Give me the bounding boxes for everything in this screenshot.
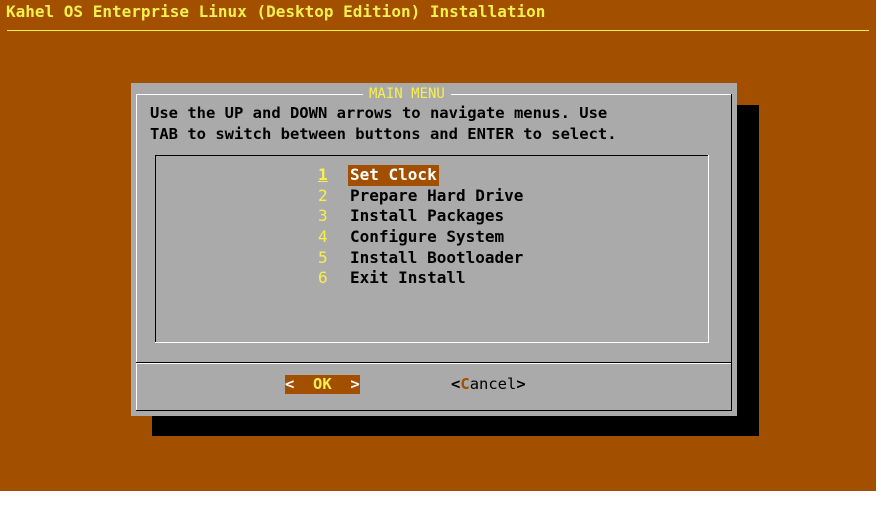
menu-box-border-bottom — [155, 342, 709, 343]
dialog-prompt: Use the UP and DOWN arrows to navigate m… — [150, 103, 730, 145]
ok-left-bracket: < — [285, 375, 295, 393]
menu-item-label: Set Clock — [348, 165, 439, 186]
ok-button[interactable]: < OK > — [285, 375, 360, 394]
backtitle: Kahel OS Enterprise Linux (Desktop Editi… — [6, 2, 546, 21]
cancel-left-bracket: < — [451, 375, 461, 393]
cancel-button[interactable]: <Cancel> — [451, 375, 526, 394]
ok-right-bracket: > — [350, 375, 360, 393]
menu-item-configure-system[interactable]: 4 Configure System — [318, 227, 523, 248]
menu-item-label: Configure System — [350, 227, 505, 247]
menu-item-key: 1 — [318, 165, 328, 184]
main-menu-dialog: MAIN MENU Use the UP and DOWN arrows to … — [131, 83, 737, 416]
menu-item-install-packages[interactable]: 3 Install Packages — [318, 206, 523, 227]
menu-item-label: Prepare Hard Drive — [350, 185, 524, 205]
menu-item-set-clock[interactable]: 1 Set Clock — [318, 165, 523, 186]
button-area-divider-light — [136, 363, 731, 364]
menu-item-key: 2 — [318, 185, 328, 205]
dialog-title: MAIN MENU — [363, 85, 451, 103]
cancel-hotkey: C — [460, 375, 470, 393]
menu-item-label: Install Packages — [350, 206, 505, 226]
menu-item-label: Install Bootloader — [350, 247, 524, 267]
menu-item-label: Exit Install — [350, 268, 466, 288]
installer-screen: Kahel OS Enterprise Linux (Desktop Editi… — [0, 0, 876, 491]
prompt-line-2: TAB to switch between buttons and ENTER … — [150, 125, 617, 143]
ok-label: OK — [313, 375, 332, 393]
menu-list: 1 Set Clock 2 Prepare Hard Drive 3 Install … — [318, 165, 523, 289]
backtitle-underline — [7, 30, 869, 31]
cancel-right-bracket: > — [516, 375, 526, 393]
menu-item-key: 4 — [318, 227, 328, 247]
dialog-frame-bottom — [136, 410, 732, 411]
menu-box: 1 Set Clock 2 Prepare Hard Drive 3 Install … — [155, 155, 709, 343]
menu-item-exit-install[interactable]: 6 Exit Install — [318, 268, 523, 289]
menu-box-border-right — [708, 155, 709, 343]
menu-item-prepare-hard-drive[interactable]: 2 Prepare Hard Drive — [318, 186, 523, 207]
dialog-frame-right — [731, 94, 732, 410]
cancel-label-rest: ancel — [469, 375, 517, 393]
menu-box-border-top — [155, 155, 709, 156]
prompt-line-1: Use the UP and DOWN arrows to navigate m… — [150, 104, 608, 122]
menu-item-key: 3 — [318, 206, 328, 226]
menu-item-key: 5 — [318, 247, 328, 267]
menu-item-key: 6 — [318, 268, 328, 288]
menu-item-install-bootloader[interactable]: 5 Install Bootloader — [318, 248, 523, 269]
menu-box-border-left — [155, 155, 156, 343]
